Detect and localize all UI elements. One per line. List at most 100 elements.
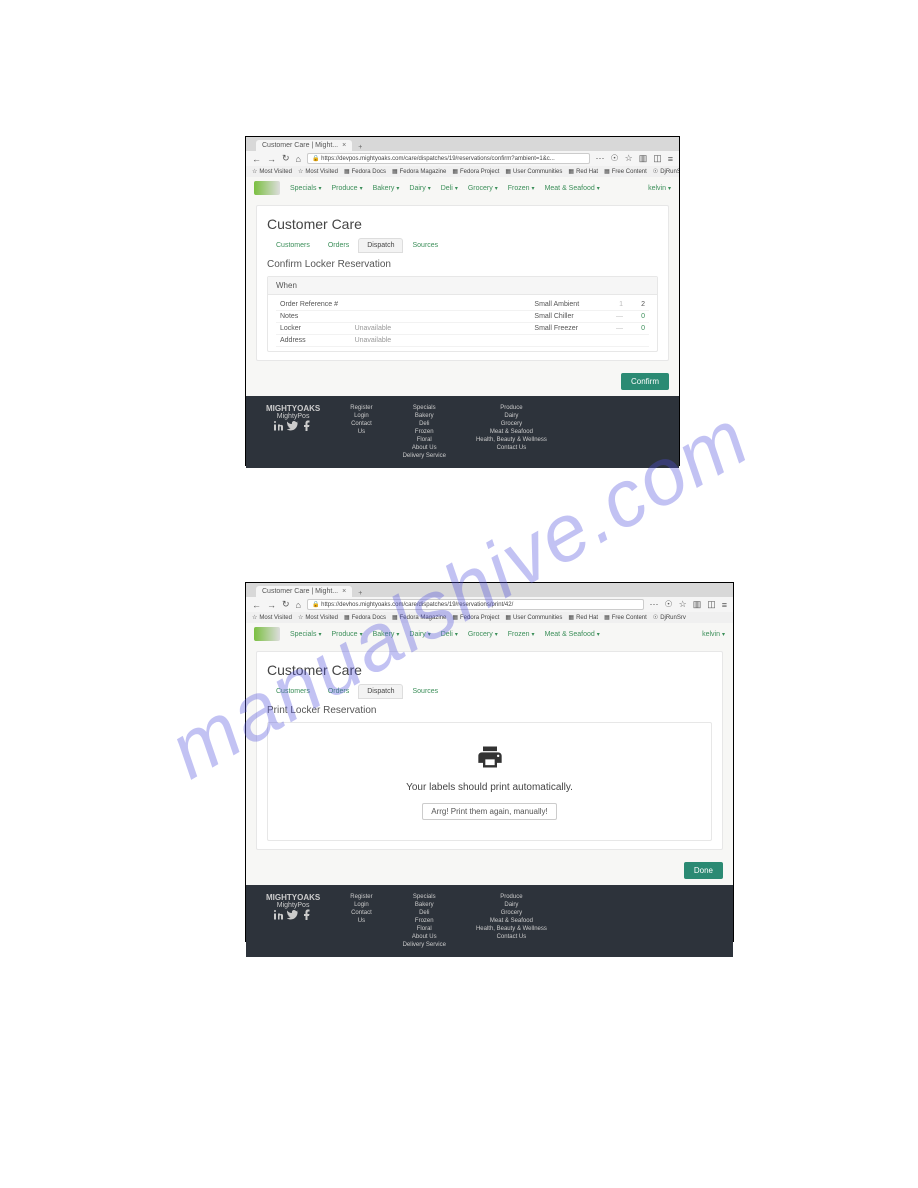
shield-icon[interactable]: ☉ — [611, 153, 619, 164]
reload-icon[interactable]: ↻ — [282, 599, 290, 610]
url-bar[interactable]: 🔒 https://devhos.mightyoaks.com/care/dis… — [307, 599, 644, 610]
nav-grocery[interactable]: Grocery▾ — [468, 631, 498, 638]
footer-link[interactable]: Us — [350, 917, 372, 925]
linkedin-icon[interactable] — [273, 909, 285, 921]
bookmark-item[interactable]: ☆ Most Visited — [298, 614, 338, 621]
sidebar-icon[interactable]: ◫ — [653, 153, 662, 164]
bookmark-item[interactable]: ▦ Free Content — [604, 614, 647, 621]
nav-dairy[interactable]: Dairy▾ — [409, 631, 430, 638]
url-bar[interactable]: 🔒 https://devpos.mightyoaks.com/care/dis… — [307, 153, 590, 164]
bookmark-item[interactable]: ▦ Red Hat — [568, 614, 598, 621]
nav-produce[interactable]: Produce▾ — [331, 185, 362, 192]
facebook-icon[interactable] — [301, 420, 313, 432]
footer-link[interactable]: Contact Us — [476, 933, 547, 941]
footer-link[interactable]: Delivery Service — [403, 452, 446, 460]
close-tab-icon[interactable]: × — [342, 588, 346, 595]
reload-icon[interactable]: ↻ — [282, 153, 290, 164]
nav-produce[interactable]: Produce▾ — [331, 631, 362, 638]
home-icon[interactable]: ⌂ — [296, 154, 301, 164]
back-icon[interactable]: ← — [252, 600, 261, 610]
browser-tab[interactable]: Customer Care | Might... × — [256, 586, 352, 597]
bookmark-item[interactable]: ▦ Fedora Docs — [344, 168, 386, 175]
bookmark-item[interactable]: ☉ DjRunSrv — [653, 168, 679, 175]
tab-sources[interactable]: Sources — [403, 238, 447, 253]
bookmark-item[interactable]: ▦ Fedora Magazine — [392, 614, 446, 621]
forward-icon[interactable]: → — [267, 600, 276, 610]
footer-link[interactable]: Grocery — [476, 909, 547, 917]
close-tab-icon[interactable]: × — [342, 142, 346, 149]
twitter-icon[interactable] — [287, 420, 299, 432]
library-icon[interactable]: ▥ — [639, 153, 648, 164]
logo[interactable] — [254, 627, 280, 641]
tab-orders[interactable]: Orders — [319, 684, 358, 699]
footer-link[interactable]: Register — [350, 404, 372, 412]
footer-link[interactable]: Frozen — [403, 917, 446, 925]
bookmark-item[interactable]: ▦ User Communities — [505, 614, 562, 621]
home-icon[interactable]: ⌂ — [296, 600, 301, 610]
footer-link[interactable]: Floral — [403, 925, 446, 933]
footer-link[interactable]: Dairy — [476, 412, 547, 420]
footer-link[interactable]: Deli — [403, 909, 446, 917]
footer-link[interactable]: Contact Us — [476, 444, 547, 452]
tab-customers[interactable]: Customers — [267, 238, 319, 253]
footer-link[interactable]: About Us — [403, 933, 446, 941]
reader-icon[interactable]: ⋯ — [596, 153, 605, 164]
star-icon[interactable]: ☆ — [679, 599, 687, 610]
star-icon[interactable]: ☆ — [625, 153, 633, 164]
tab-customers[interactable]: Customers — [267, 684, 319, 699]
nav-specials[interactable]: Specials▾ — [290, 631, 321, 638]
footer-link[interactable]: Bakery — [403, 901, 446, 909]
nav-bakery[interactable]: Bakery▾ — [373, 631, 400, 638]
footer-link[interactable]: Deli — [403, 420, 446, 428]
nav-meat[interactable]: Meat & Seafood▾ — [545, 631, 600, 638]
tab-orders[interactable]: Orders — [319, 238, 358, 253]
new-tab-button[interactable]: + — [352, 590, 368, 597]
tab-dispatch[interactable]: Dispatch — [358, 684, 403, 699]
footer-link[interactable]: Delivery Service — [403, 941, 446, 949]
nav-deli[interactable]: Deli▾ — [441, 185, 458, 192]
nav-specials[interactable]: Specials▾ — [290, 185, 321, 192]
nav-grocery[interactable]: Grocery▾ — [468, 185, 498, 192]
bookmark-item[interactable]: ▦ Fedora Project — [452, 614, 499, 621]
footer-link[interactable]: Produce — [476, 893, 547, 901]
back-icon[interactable]: ← — [252, 154, 261, 164]
confirm-button[interactable]: Confirm — [621, 373, 669, 390]
bookmark-item[interactable]: ▦ Fedora Magazine — [392, 168, 446, 175]
footer-link[interactable]: Dairy — [476, 901, 547, 909]
nav-deli[interactable]: Deli▾ — [441, 631, 458, 638]
admin-menu[interactable]: kelvin ▾ — [702, 631, 725, 638]
footer-link[interactable]: About Us — [403, 444, 446, 452]
logo[interactable] — [254, 181, 280, 195]
footer-link[interactable]: Contact — [350, 420, 372, 428]
bookmark-item[interactable]: ☉ DjRunSrv — [653, 614, 686, 621]
sidebar-icon[interactable]: ◫ — [707, 599, 716, 610]
admin-menu[interactable]: kelvin ▾ — [648, 185, 671, 192]
shield-icon[interactable]: ☉ — [665, 599, 673, 610]
footer-link[interactable]: Health, Beauty & Wellness — [476, 436, 547, 444]
done-button[interactable]: Done — [684, 862, 723, 879]
menu-icon[interactable]: ≡ — [722, 600, 727, 610]
footer-link[interactable]: Produce — [476, 404, 547, 412]
footer-link[interactable]: Specials — [403, 404, 446, 412]
footer-link[interactable]: Login — [350, 901, 372, 909]
nav-dairy[interactable]: Dairy▾ — [409, 185, 430, 192]
nav-frozen[interactable]: Frozen▾ — [508, 631, 535, 638]
print-again-button[interactable]: Arrg! Print them again, manually! — [422, 803, 557, 820]
twitter-icon[interactable] — [287, 909, 299, 921]
menu-icon[interactable]: ≡ — [668, 154, 673, 164]
facebook-icon[interactable] — [301, 909, 313, 921]
bookmark-item[interactable]: ▦ Fedora Docs — [344, 614, 386, 621]
reader-icon[interactable]: ⋯ — [650, 599, 659, 610]
bookmark-item[interactable]: ▦ Fedora Project — [452, 168, 499, 175]
footer-link[interactable]: Meat & Seafood — [476, 428, 547, 436]
nav-bakery[interactable]: Bakery▾ — [373, 185, 400, 192]
bookmark-item[interactable]: ☆ Most Visited — [252, 614, 292, 621]
footer-link[interactable]: Register — [350, 893, 372, 901]
footer-link[interactable]: Specials — [403, 893, 446, 901]
footer-link[interactable]: Bakery — [403, 412, 446, 420]
footer-link[interactable]: Frozen — [403, 428, 446, 436]
footer-link[interactable]: Contact — [350, 909, 372, 917]
footer-link[interactable]: Health, Beauty & Wellness — [476, 925, 547, 933]
bookmark-item[interactable]: ▦ Red Hat — [568, 168, 598, 175]
footer-link[interactable]: Grocery — [476, 420, 547, 428]
